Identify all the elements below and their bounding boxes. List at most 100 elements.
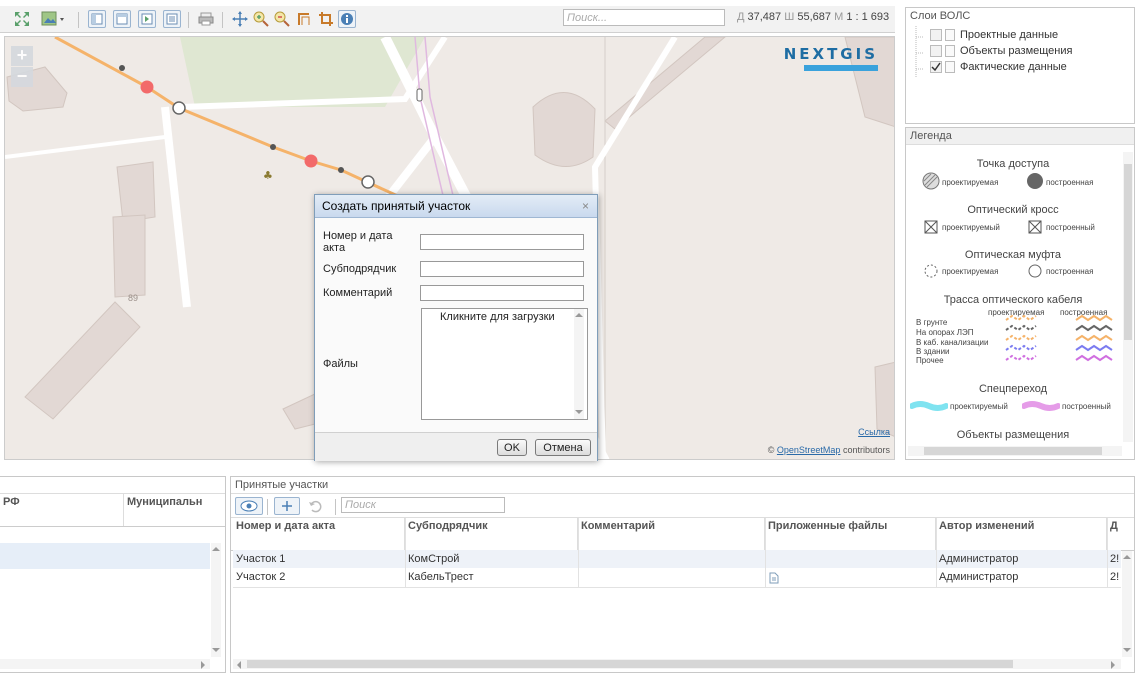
dialog-footer: OK Отмена [315, 432, 597, 461]
legend-route-row: В грунте [916, 318, 948, 327]
legend-route-row: В здании [916, 347, 950, 356]
legend-cross-title: Оптический кросс [967, 204, 1059, 216]
scroll-thumb[interactable] [924, 447, 1102, 455]
layers-panel: Слои ВОЛС Проектные данные Объекты разме… [905, 7, 1135, 124]
layer-icon [945, 61, 955, 74]
layout-right-panel-icon[interactable] [138, 10, 156, 28]
file-upload-area[interactable]: Кликните для загрузки [421, 308, 588, 420]
zoom-in-tool-icon[interactable] [252, 10, 270, 28]
info-icon[interactable] [338, 10, 356, 28]
upload-hint[interactable]: Кликните для загрузки [440, 311, 555, 323]
legend-label: построенный [1062, 402, 1111, 411]
table-vertical-scrollbar[interactable] [1122, 551, 1132, 657]
legend-route-row: На опорах ЛЭП [916, 328, 974, 337]
basemap-select-icon[interactable] [41, 10, 69, 28]
layer-item-actual[interactable]: Фактические данные [912, 61, 1067, 76]
close-icon[interactable]: × [582, 195, 589, 217]
view-button[interactable] [235, 497, 263, 515]
layer-item-placement[interactable]: Объекты размещения [912, 45, 1072, 60]
column-header-municipal[interactable]: Муниципальн [124, 494, 225, 526]
layer-label: Проектные данные [960, 29, 1059, 41]
pan-icon[interactable] [231, 10, 249, 28]
accepted-sections-panel: Принятые участки Поиск Номер и дата акта… [230, 476, 1135, 673]
dialog-title: Создать принятый участок [322, 199, 471, 213]
cross-built-icon [1028, 220, 1042, 234]
route-line-samples [1005, 314, 1113, 362]
cell-date: 2! [1110, 553, 1120, 565]
column-header-rf[interactable]: РФ [0, 494, 124, 526]
layer-checkbox-checked[interactable] [930, 61, 942, 74]
coupling-built-icon [1028, 264, 1042, 278]
scroll-thumb[interactable] [1124, 164, 1132, 340]
cell-comment [578, 550, 765, 568]
left-table-vertical-scrollbar[interactable] [211, 543, 221, 657]
table-row[interactable]: Участок 1 КомСтрой Администратор 2! [233, 550, 1121, 569]
left-table-horizontal-scrollbar[interactable] [0, 659, 210, 669]
legend-panel: Легенда Точка доступа проектируемая пост… [905, 127, 1135, 460]
legend-label: построенный [1046, 223, 1095, 232]
table-horizontal-scrollbar[interactable] [233, 659, 1121, 669]
layout-top-panel-icon[interactable] [113, 10, 131, 28]
zoom-out-button[interactable]: − [11, 67, 33, 87]
layer-item-project[interactable]: Проектные данные [912, 29, 1058, 44]
create-section-dialog: Создать принятый участок × Номер и дата … [314, 194, 598, 461]
undo-icon[interactable] [307, 498, 325, 516]
access-point-built-icon [1027, 173, 1043, 189]
layout-left-panel-icon[interactable] [88, 10, 106, 28]
legend-label: построенная [1046, 178, 1094, 187]
permalink[interactable]: Ссылка [858, 427, 890, 437]
zoom-in-button[interactable]: + [11, 46, 33, 66]
scroll-thumb[interactable] [247, 660, 1013, 668]
column-header-files[interactable]: Приложенные файлы [765, 518, 936, 550]
file-icon[interactable] [769, 572, 779, 584]
print-icon[interactable] [197, 10, 215, 28]
files-scrollbar[interactable] [574, 309, 584, 419]
layer-label: Объекты размещения [960, 45, 1073, 57]
plus-icon [282, 501, 292, 511]
map-toolbar: Поиск... Д 37,487 Ш 55,687 М 1 : 1 693 [0, 6, 895, 33]
eye-icon [240, 500, 258, 512]
column-header-contractor[interactable]: Субподрядчик [405, 518, 578, 550]
ok-button[interactable]: OK [497, 439, 527, 456]
legend-vertical-scrollbar[interactable] [1123, 152, 1133, 442]
layer-checkbox[interactable] [930, 45, 942, 58]
fullscreen-icon[interactable] [13, 10, 31, 28]
column-header-date[interactable]: Д [1107, 518, 1123, 550]
layer-checkbox[interactable] [930, 29, 942, 42]
cancel-button[interactable]: Отмена [535, 439, 591, 456]
svg-text:♣: ♣ [263, 169, 273, 182]
layer-label: Фактические данные [960, 61, 1067, 73]
measure-icon[interactable] [296, 10, 314, 28]
access-point-planned-icon [922, 172, 940, 190]
comment-input[interactable] [420, 285, 584, 301]
legend-horizontal-scrollbar[interactable] [908, 446, 1122, 456]
column-header-comment[interactable]: Комментарий [578, 518, 765, 550]
coordinates-readout: Д 37,487 Ш 55,687 М 1 : 1 693 [737, 11, 890, 23]
table-row-selected[interactable] [0, 543, 210, 569]
osm-link[interactable]: OpenStreetMap [777, 445, 841, 455]
map-attribution: © OpenStreetMap contributors [767, 445, 890, 455]
zoom-out-tool-icon[interactable] [273, 10, 291, 28]
legend-placement-title: Объекты размещения [956, 429, 1070, 441]
map-search-input[interactable]: Поиск... [563, 9, 725, 26]
layer-icon [945, 45, 955, 58]
crop-icon[interactable] [317, 10, 335, 28]
cell-author: Администратор [939, 571, 1019, 583]
cell-author: Администратор [939, 553, 1019, 565]
column-header-author[interactable]: Автор изменений [936, 518, 1107, 550]
act-input[interactable] [420, 234, 584, 250]
legend-label: проектируемый [950, 402, 1008, 411]
column-header-act[interactable]: Номер и дата акта [233, 518, 405, 550]
table-row[interactable]: Участок 2 КабельТрест Администратор 2! [233, 568, 1121, 588]
layout-bottom-panel-icon[interactable] [163, 10, 181, 28]
left-bottom-panel: РФ Муниципальн [0, 476, 226, 673]
files-label: Файлы [323, 358, 358, 370]
layer-icon [945, 29, 955, 42]
table-search-input[interactable]: Поиск [341, 497, 505, 513]
add-button[interactable] [274, 497, 300, 515]
cell-comment [578, 568, 765, 586]
cell-contractor: КабельТрест [408, 571, 474, 583]
legend-coupling-title: Оптическая муфта [964, 249, 1062, 261]
contractor-input[interactable] [420, 261, 584, 277]
cell-contractor: КомСтрой [408, 553, 460, 565]
